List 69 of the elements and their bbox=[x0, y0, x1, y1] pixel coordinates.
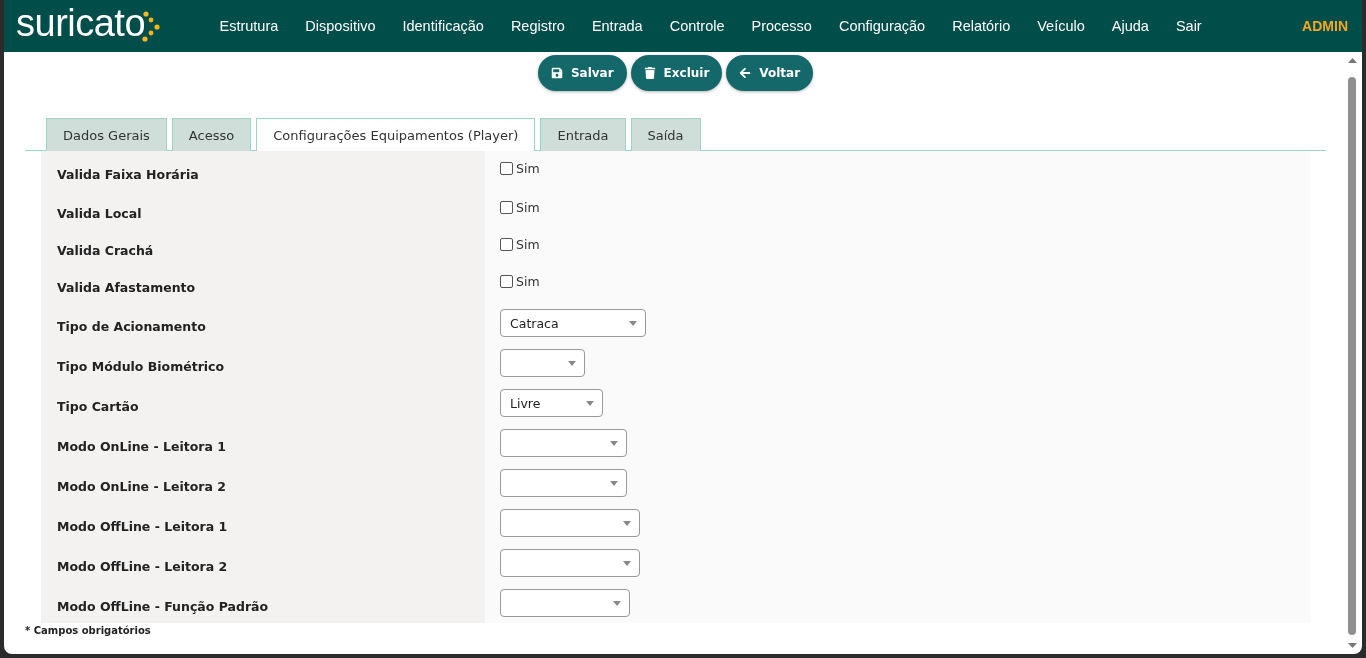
caret-icon bbox=[610, 440, 618, 446]
field-label: Tipo de Acionamento bbox=[41, 303, 485, 343]
checkbox-label: Sim bbox=[516, 161, 540, 176]
select-field[interactable] bbox=[500, 349, 585, 377]
user-name[interactable]: ADMIN bbox=[1302, 18, 1350, 34]
menu-item[interactable]: Processo bbox=[738, 18, 826, 34]
checkbox[interactable] bbox=[500, 201, 513, 214]
field-label: Modo OnLine - Leitora 2 bbox=[41, 463, 485, 503]
scroll-up-icon[interactable] bbox=[1347, 58, 1357, 63]
field-label: Modo OnLine - Leitora 1 bbox=[41, 423, 485, 463]
field-label: Tipo Cartão bbox=[41, 383, 485, 423]
menu-item[interactable]: Dispositivo bbox=[291, 18, 389, 34]
caret-icon bbox=[613, 600, 621, 606]
caret-icon bbox=[586, 400, 594, 406]
arrow-left-icon bbox=[739, 67, 752, 79]
select-field[interactable] bbox=[500, 549, 640, 577]
tab[interactable]: Configurações Equipamentos (Player) bbox=[256, 118, 536, 151]
menu-item[interactable]: Controle bbox=[656, 18, 738, 34]
caret-icon bbox=[623, 560, 631, 566]
field-label: Valida Crachá bbox=[41, 229, 485, 266]
caret-icon bbox=[568, 360, 576, 366]
field-label: Tipo Módulo Biométrico bbox=[41, 343, 485, 383]
caret-icon bbox=[623, 520, 631, 526]
menu-item[interactable]: Entrada bbox=[578, 18, 657, 34]
checkbox-label: Sim bbox=[516, 274, 540, 289]
menu-item[interactable]: Ajuda bbox=[1098, 18, 1163, 34]
back-button[interactable]: Voltar bbox=[726, 55, 814, 91]
field-label: Valida Faixa Horária bbox=[41, 151, 485, 192]
select-field[interactable] bbox=[500, 469, 627, 497]
checkbox[interactable] bbox=[500, 162, 513, 175]
caret-icon bbox=[629, 320, 637, 326]
select-field[interactable] bbox=[500, 509, 640, 537]
tab[interactable]: Dados Gerais bbox=[46, 118, 167, 151]
menu-item[interactable]: Veículo bbox=[1023, 18, 1099, 34]
footnote: * Campos obrigatórios bbox=[25, 625, 152, 636]
scroll-down-icon[interactable] bbox=[1347, 643, 1357, 648]
save-icon bbox=[550, 67, 563, 79]
tab[interactable]: Entrada bbox=[540, 118, 626, 151]
delete-button[interactable]: Excluir bbox=[630, 55, 723, 91]
select-field[interactable]: Catraca bbox=[500, 309, 646, 337]
checkbox[interactable] bbox=[500, 275, 513, 288]
menu-item[interactable]: Sair bbox=[1162, 18, 1216, 34]
select-field[interactable]: Livre bbox=[500, 389, 603, 417]
menu-item[interactable]: Relatório bbox=[938, 18, 1024, 34]
checkbox-option[interactable]: Sim bbox=[500, 161, 540, 176]
caret-icon bbox=[610, 480, 618, 486]
field-label: Modo OffLine - Leitora 2 bbox=[41, 543, 485, 583]
select-field[interactable] bbox=[500, 429, 627, 457]
save-button[interactable]: Salvar bbox=[537, 55, 627, 91]
menu-item[interactable]: Identificação bbox=[388, 18, 498, 34]
menu-item[interactable]: Configuração bbox=[825, 18, 939, 34]
trash-icon bbox=[643, 67, 656, 79]
field-label: Valida Local bbox=[41, 192, 485, 229]
field-label: Valida Afastamento bbox=[41, 266, 485, 303]
checkbox-label: Sim bbox=[516, 237, 540, 252]
checkbox-label: Sim bbox=[516, 200, 540, 215]
menu-item[interactable]: Registro bbox=[497, 18, 579, 34]
checkbox[interactable] bbox=[500, 238, 513, 251]
select-field[interactable] bbox=[500, 589, 630, 617]
logo-text: suricato bbox=[16, 4, 146, 42]
field-label: Modo OffLine - Função Padrão bbox=[41, 583, 485, 623]
tab[interactable]: Saída bbox=[630, 118, 701, 151]
checkbox-option[interactable]: Sim bbox=[500, 237, 540, 252]
scroll-thumb[interactable] bbox=[1348, 77, 1356, 635]
checkbox-option[interactable]: Sim bbox=[500, 274, 540, 289]
checkbox-option[interactable]: Sim bbox=[500, 200, 540, 215]
tab[interactable]: Acesso bbox=[171, 118, 252, 151]
menu-item[interactable]: Estrutura bbox=[206, 18, 292, 34]
field-label: Modo OffLine - Leitora 1 bbox=[41, 503, 485, 543]
